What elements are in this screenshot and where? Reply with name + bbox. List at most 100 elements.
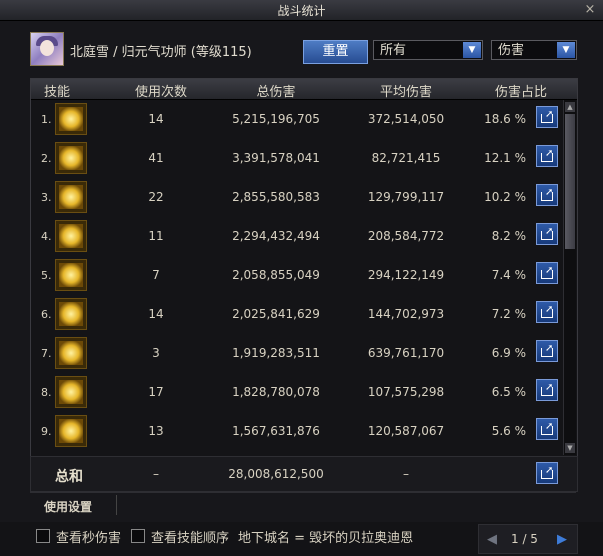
share-icon: ➚: [545, 421, 554, 432]
metric-dropdown[interactable]: 伤害 ▼: [491, 40, 577, 60]
skill-icon: [55, 415, 87, 447]
dps-checkbox-label: 查看秒伤害: [56, 531, 122, 546]
row-index: 9.: [41, 425, 52, 438]
avg-damage-cell: 372,514,050: [367, 112, 445, 126]
chevron-down-icon: ▼: [557, 42, 575, 58]
share-button[interactable]: ➚: [536, 301, 558, 323]
share-icon: ➚: [545, 304, 554, 315]
share-button[interactable]: ➚: [536, 340, 558, 362]
total-damage-cell: 5,215,196,705: [232, 112, 320, 126]
damage-share-cell: 7.4 %: [491, 268, 526, 282]
skill-icon: [55, 376, 87, 408]
dps-checkbox[interactable]: [36, 529, 50, 543]
share-button[interactable]: ➚: [536, 262, 558, 284]
scroll-down-icon[interactable]: ▼: [565, 443, 575, 453]
skill-icon: [55, 181, 87, 213]
total-damage-cell: 2,058,855,049: [232, 268, 320, 282]
pagination: ◀ 1 / 5 ▶: [478, 524, 578, 554]
page-indicator: 1 / 5: [511, 532, 538, 546]
damage-share-cell: 5.6 %: [491, 424, 526, 438]
avatar: [30, 32, 64, 66]
footer-bar: 查看秒伤害 查看技能顺序 地下城名 = 毁坏的贝拉奥迪恩 ◀ 1 / 5 ▶: [0, 522, 603, 556]
uses-cell: 22: [148, 190, 164, 204]
table-rows: 1. 14 5,215,196,705 372,514,050 18.6 % ➚ 2. 41 3…: [31, 100, 561, 457]
share-icon: ➚: [545, 382, 554, 393]
skill-icon: [55, 103, 87, 135]
avg-damage-cell: 120,587,067: [367, 424, 445, 438]
skill-order-checkbox[interactable]: [131, 529, 145, 543]
share-button[interactable]: ➚: [536, 418, 558, 440]
damage-share-cell: 7.2 %: [491, 307, 526, 321]
skill-order-checkbox-label: 查看技能顺序: [151, 531, 230, 546]
row-index: 4.: [41, 230, 52, 243]
share-button[interactable]: ➚: [536, 106, 558, 128]
dungeon-name: 地下城名 = 毁坏的贝拉奥迪恩: [238, 531, 414, 546]
uses-cell: 11: [148, 229, 164, 243]
uses-cell: 14: [148, 307, 164, 321]
total-damage-cell: 2,025,841,629: [232, 307, 320, 321]
row-index: 1.: [41, 113, 52, 126]
summary-avg: –: [403, 467, 409, 481]
next-page-icon[interactable]: ▶: [557, 532, 567, 547]
col-total[interactable]: 总伤害: [236, 81, 316, 100]
summary-total: 28,008,612,500: [228, 467, 324, 481]
avg-damage-cell: 639,761,170: [367, 346, 445, 360]
row-index: 2.: [41, 152, 52, 165]
filter-dropdown[interactable]: 所有 ▼: [373, 40, 483, 60]
filter-dropdown-value: 所有: [380, 43, 407, 58]
reset-button[interactable]: 重置: [303, 40, 368, 64]
total-damage-cell: 2,294,432,494: [232, 229, 320, 243]
close-icon[interactable]: ×: [583, 3, 597, 17]
total-damage-cell: 3,391,578,041: [232, 151, 320, 165]
prev-page-icon[interactable]: ◀: [487, 532, 497, 547]
damage-share-cell: 18.6 %: [484, 112, 526, 126]
scroll-up-icon[interactable]: ▲: [565, 102, 575, 112]
damage-share-cell: 10.2 %: [484, 190, 526, 204]
share-button[interactable]: ➚: [536, 145, 558, 167]
chevron-down-icon: ▼: [463, 42, 481, 58]
title-bar[interactable]: 战斗统计 ×: [0, 0, 603, 21]
col-avg[interactable]: 平均伤害: [366, 81, 446, 100]
scrollbar[interactable]: ▲ ▼: [563, 100, 576, 455]
damage-share-cell: 12.1 %: [484, 151, 526, 165]
table-row[interactable]: 2. 41 3,391,578,041 82,721,415 12.1 % ➚: [31, 139, 561, 178]
avg-damage-cell: 208,584,772: [367, 229, 445, 243]
table-row[interactable]: 3. 22 2,855,580,583 129,799,117 10.2 % ➚: [31, 178, 561, 217]
avg-damage-cell: 129,799,117: [367, 190, 445, 204]
total-damage-cell: 1,919,283,511: [232, 346, 320, 360]
metric-dropdown-value: 伤害: [498, 43, 525, 58]
share-icon: ➚: [545, 343, 554, 354]
total-damage-cell: 2,855,580,583: [232, 190, 320, 204]
share-button[interactable]: ➚: [536, 462, 558, 484]
share-icon: ➚: [545, 465, 554, 476]
share-button[interactable]: ➚: [536, 223, 558, 245]
table-row[interactable]: 1. 14 5,215,196,705 372,514,050 18.6 % ➚: [31, 100, 561, 139]
settings-label[interactable]: 使用设置: [44, 498, 92, 515]
table-row[interactable]: 8. 17 1,828,780,078 107,575,298 6.5 % ➚: [31, 373, 561, 412]
table-row[interactable]: 4. 11 2,294,432,494 208,584,772 8.2 % ➚: [31, 217, 561, 256]
share-button[interactable]: ➚: [536, 379, 558, 401]
summary-row: 总和 – 28,008,612,500 – ➚: [30, 456, 578, 492]
uses-cell: 17: [148, 385, 164, 399]
table-row[interactable]: 9. 13 1,567,631,876 120,587,067 5.6 % ➚: [31, 412, 561, 451]
table-row[interactable]: 5. 7 2,058,855,049 294,122,149 7.4 % ➚: [31, 256, 561, 295]
table-row[interactable]: 7. 3 1,919,283,511 639,761,170 6.9 % ➚: [31, 334, 561, 373]
uses-cell: 3: [152, 346, 160, 360]
skill-icon: [55, 220, 87, 252]
scroll-thumb[interactable]: [565, 114, 575, 249]
avg-damage-cell: 294,122,149: [367, 268, 445, 282]
table-header: 技能 使用次数 总伤害 平均伤害 伤害占比: [31, 79, 577, 100]
col-pct[interactable]: 伤害占比: [486, 81, 556, 100]
divider: [116, 495, 117, 515]
col-skill[interactable]: 技能: [37, 81, 77, 100]
skill-icon: [55, 142, 87, 174]
uses-cell: 13: [148, 424, 164, 438]
damage-share-cell: 6.9 %: [491, 346, 526, 360]
share-button[interactable]: ➚: [536, 184, 558, 206]
row-index: 8.: [41, 386, 52, 399]
col-uses[interactable]: 使用次数: [126, 81, 196, 100]
damage-share-cell: 8.2 %: [491, 229, 526, 243]
table-row[interactable]: 6. 14 2,025,841,629 144,702,973 7.2 % ➚: [31, 295, 561, 334]
row-index: 5.: [41, 269, 52, 282]
settings-section: 使用设置: [30, 492, 576, 517]
